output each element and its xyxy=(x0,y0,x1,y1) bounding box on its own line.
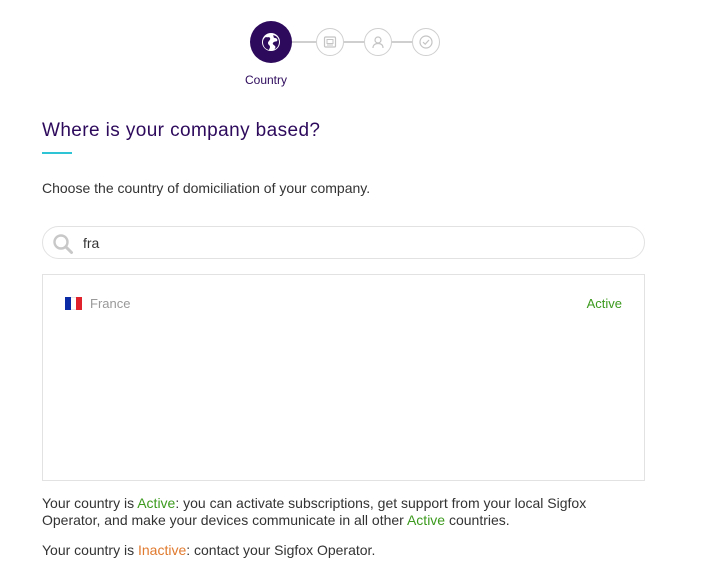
user-icon xyxy=(372,36,384,49)
inactive-status-note: Your country is Inactive: contact your S… xyxy=(42,542,642,559)
globe-icon xyxy=(262,33,280,51)
step-confirmation xyxy=(412,28,440,56)
id-card-icon xyxy=(323,36,337,48)
check-circle-icon xyxy=(419,35,433,49)
note-text: Your country is xyxy=(42,495,138,511)
step-company-details xyxy=(316,28,344,56)
active-keyword: Active xyxy=(406,512,446,528)
note-text: countries. xyxy=(445,512,510,528)
step-label-country: Country xyxy=(244,73,288,87)
country-search-box[interactable] xyxy=(42,226,645,259)
page-title: Where is your company based? xyxy=(42,120,321,141)
step-user xyxy=(364,28,392,56)
step-connector xyxy=(344,41,364,43)
country-search-input[interactable] xyxy=(83,231,623,255)
country-status-badge: Active xyxy=(586,296,622,311)
progress-stepper: Country xyxy=(0,0,709,100)
title-underline xyxy=(42,152,72,154)
france-flag-icon xyxy=(65,297,83,310)
active-keyword: Active xyxy=(137,495,176,511)
country-results-list: France Active xyxy=(42,274,645,481)
country-name: France xyxy=(90,296,131,311)
active-status-note: Your country is Active: you can activate… xyxy=(42,495,642,529)
note-text: Your country is xyxy=(42,542,138,558)
step-connector xyxy=(392,41,412,43)
step-country xyxy=(250,21,292,63)
country-result-france[interactable]: France Active xyxy=(43,291,644,317)
step-connector xyxy=(292,41,316,43)
note-text: : contact your Sigfox Operator. xyxy=(186,542,376,558)
inactive-keyword: Inactive xyxy=(137,542,187,558)
search-icon xyxy=(53,234,73,254)
page-subtitle: Choose the country of domiciliation of y… xyxy=(42,180,371,196)
